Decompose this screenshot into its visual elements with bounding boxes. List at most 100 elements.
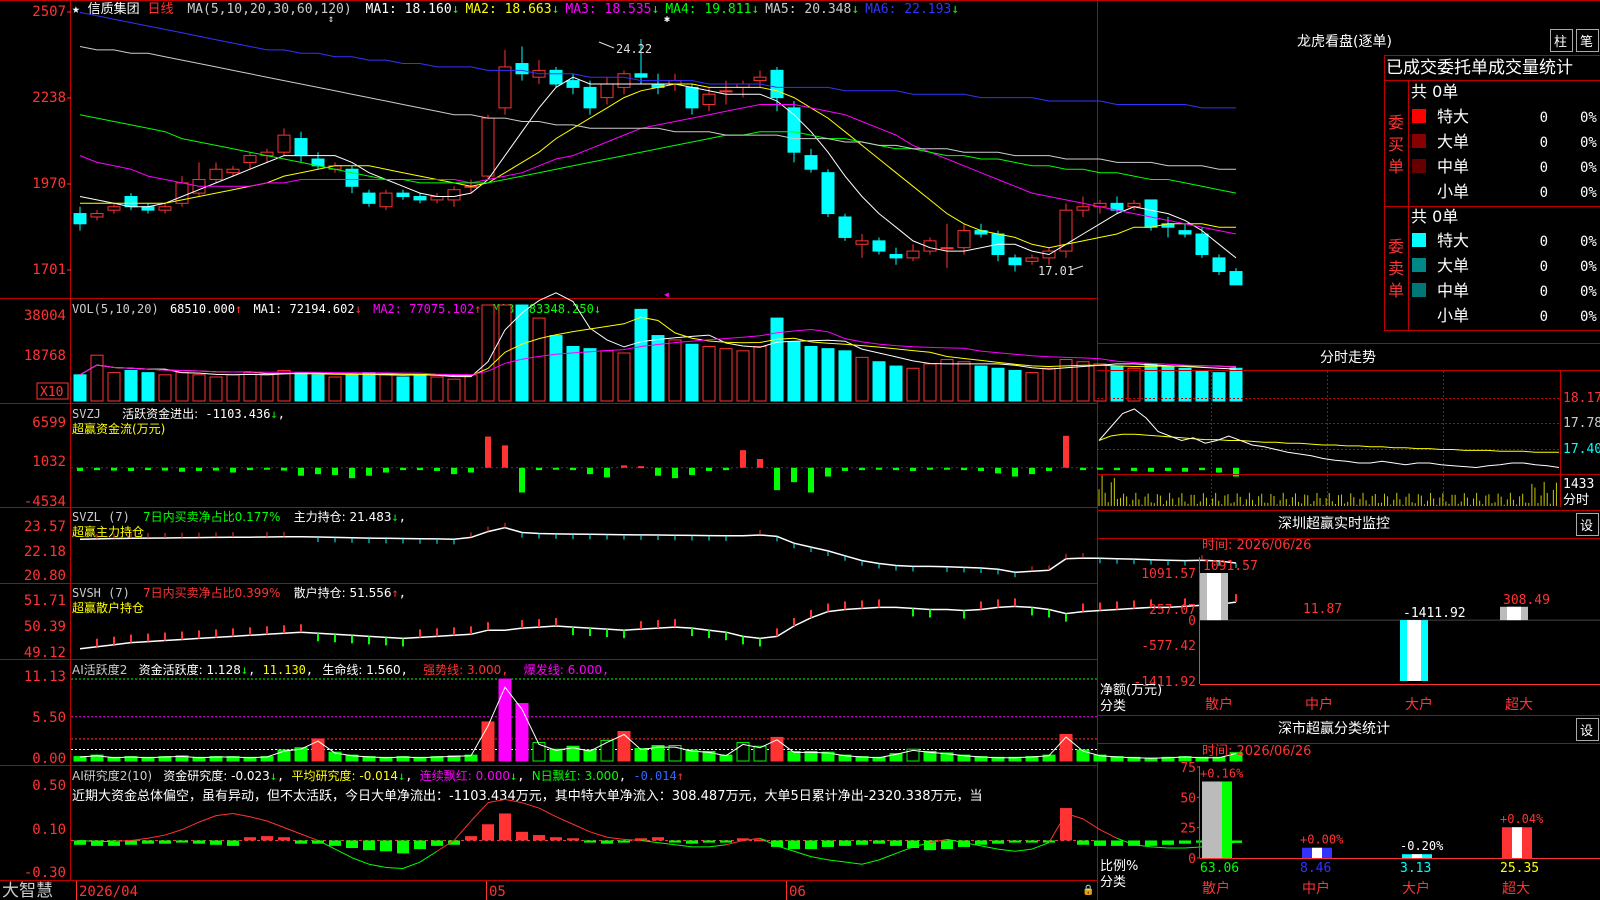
ai2-line-segment <box>1014 848 1033 852</box>
row-name: 中单 <box>1437 157 1469 176</box>
intraday-price-line <box>1098 408 1560 469</box>
candle-body <box>413 196 427 201</box>
svsh-chart[interactable] <box>79 594 1237 650</box>
svzl-header: SVZL (7) 7日内买卖净占比0.177% 主力持仓: 21.483↓, <box>72 509 406 524</box>
svzj-bar <box>604 467 610 478</box>
classify-value: 25.35 <box>1500 861 1539 876</box>
ai2-bar <box>873 840 885 844</box>
low-annotation: 17.01 <box>1038 264 1074 278</box>
classify-settings-label[interactable]: 设 <box>1580 724 1593 739</box>
volume-bar <box>379 374 393 402</box>
volume-bar <box>583 348 597 402</box>
ai2-bar <box>176 840 188 843</box>
volume-bar <box>107 372 121 402</box>
event-marker[interactable]: ⇕ <box>328 14 334 25</box>
event-marker[interactable]: ✱ <box>664 14 670 25</box>
volume-bar <box>141 372 155 402</box>
ai2-line-segment <box>198 815 217 823</box>
svzj-bar <box>978 467 984 471</box>
svzj-chart[interactable] <box>71 435 1239 493</box>
ai2-line-segment <box>1150 846 1169 849</box>
volume-bar <box>770 317 784 402</box>
ai2-bar <box>227 840 239 846</box>
buy-orders-label: 委买单 <box>1388 113 1404 176</box>
row-color-swatch <box>1412 134 1426 148</box>
candle-body <box>889 253 903 259</box>
ai2-bar <box>295 840 307 844</box>
ai2-bar <box>822 840 834 847</box>
classify-bar-highlight <box>1512 827 1522 858</box>
svzj-header: SVZJ 活跃资金进出: -1103.436↓, <box>72 406 285 421</box>
candle-body <box>447 189 461 201</box>
ai1-axis-label: 0.00 <box>32 751 66 767</box>
monitor-time: 时间: 2026/06/26 <box>1202 538 1311 553</box>
candlestick-chart[interactable] <box>73 38 1243 286</box>
volume-bar <box>634 308 648 402</box>
volume-bar <box>277 369 291 402</box>
ai1-bar-fill <box>482 721 494 761</box>
column-button-label[interactable]: 柱 <box>1554 35 1567 50</box>
ai2-bar <box>1077 840 1089 845</box>
candle-body <box>243 155 257 163</box>
svzj-bar <box>434 467 440 471</box>
svsh-axis-label: 51.71 <box>24 593 66 609</box>
svzj-bar <box>1097 467 1103 470</box>
ai2-bar <box>516 831 528 841</box>
star-icon[interactable]: ★ <box>72 2 80 17</box>
stock-name[interactable]: 信质集团 <box>88 1 140 17</box>
svzj-bar <box>383 467 389 473</box>
candle-body <box>158 206 172 211</box>
svzj-bar <box>1165 467 1171 471</box>
candle-body <box>872 240 886 252</box>
tick-button-label[interactable]: 笔 <box>1580 34 1593 50</box>
monitor-category: 散户 <box>1205 696 1233 713</box>
volume-bar <box>260 374 274 402</box>
ai2-bar <box>142 840 154 844</box>
row-value: 0 <box>1540 160 1548 176</box>
volume-bar <box>617 352 631 402</box>
lock-icon[interactable]: 🔒 <box>1082 884 1094 896</box>
ai2-line-segment <box>249 816 268 822</box>
volume-bar <box>1110 365 1124 402</box>
price-axis-label: 1970 <box>32 176 66 192</box>
ai2-line-segment <box>793 850 812 858</box>
ai2-chart[interactable] <box>71 798 1242 870</box>
event-marker[interactable]: ◀ <box>664 290 669 299</box>
sell-label-char: 单 <box>1388 281 1404 300</box>
ai1-chart[interactable] <box>71 678 1243 762</box>
candle-body <box>600 83 614 99</box>
monitor-ylabel: 净额(万元) <box>1100 683 1162 698</box>
candle-body <box>1195 233 1209 255</box>
brand-logo[interactable]: 大智慧 <box>2 881 53 900</box>
svzl-chart[interactable] <box>79 522 1237 578</box>
classify-chart[interactable]: +0.16% 63.06 散户 +0.00% 8.46 中户 -0.20% 3.13 大户 +0.… <box>1200 766 1600 897</box>
svzj-bar <box>757 458 763 468</box>
svzj-bar <box>808 467 814 493</box>
svzj-bar <box>961 467 967 471</box>
price-axis: 2507 2238 1970 1701 <box>32 4 71 278</box>
row-name: 大单 <box>1437 132 1469 151</box>
ai2-bar <box>159 840 171 844</box>
volume-bar <box>1229 367 1243 402</box>
svzj-bar <box>298 467 304 476</box>
classify-bar-highlight <box>1412 854 1422 858</box>
ai2-line-segment <box>572 823 591 833</box>
candle-body <box>90 213 104 218</box>
candle-body <box>1127 202 1141 208</box>
classify-value: 3.13 <box>1400 861 1431 876</box>
candle-body <box>634 73 648 78</box>
price-axis-label: 2507 <box>32 4 66 20</box>
ma-arrow: ↓ <box>452 2 460 17</box>
candle-body <box>362 192 376 204</box>
monitor-settings-label[interactable]: 设 <box>1580 519 1593 534</box>
candle-body <box>940 247 954 250</box>
chart-canvas[interactable]: ★ 信质集团 日线 MA(5,10,20,30,60,120) MA1: 18.… <box>0 0 1600 900</box>
volume-bar <box>855 356 869 402</box>
monitor-category: 中户 <box>1305 696 1333 713</box>
svzj-axis-label: 1032 <box>32 454 66 470</box>
classify-category: 大户 <box>1402 880 1430 897</box>
svzj-bar <box>196 467 202 471</box>
period-label[interactable]: 日线 <box>148 2 174 17</box>
monitor-chart[interactable]: 1091.57 散户 11.87 中户 -1411.92 大户 308.49 超大 <box>1200 559 1600 713</box>
volume-bar <box>685 343 699 402</box>
